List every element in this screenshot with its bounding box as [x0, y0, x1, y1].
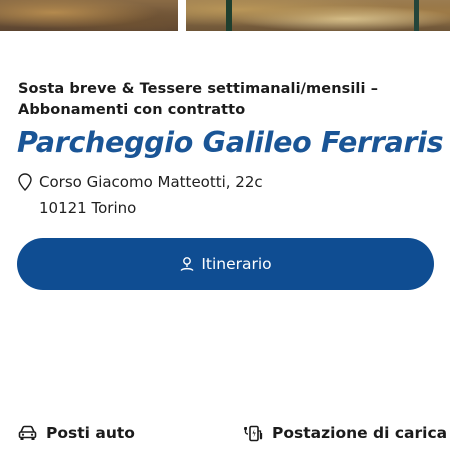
address-street: Corso Giacomo Matteotti, 22c [39, 173, 263, 191]
route-pin-icon [179, 256, 195, 272]
route-button[interactable]: Itinerario [17, 238, 434, 290]
page-title: Parcheggio Galileo Ferraris [17, 126, 444, 159]
feature-parking-label: Posti auto [46, 424, 135, 442]
charging-station-icon [244, 425, 263, 441]
address-city: 10121 Torino [39, 199, 137, 217]
route-button-label: Itinerario [201, 255, 272, 273]
photo-left [0, 0, 178, 31]
map-pin-icon [18, 173, 32, 192]
parking-subtitle: Sosta breve & Tessere settimanali/mensil… [18, 81, 379, 118]
feature-parking: Posti auto [18, 424, 135, 442]
feature-charging: Postazione di carica [243, 424, 447, 442]
parking-detail-page: Sosta breve & Tessere settimanali/mensil… [0, 0, 450, 450]
car-icon [18, 425, 37, 440]
header-photo [0, 0, 450, 31]
feature-charging-label: Postazione di carica [272, 424, 448, 442]
